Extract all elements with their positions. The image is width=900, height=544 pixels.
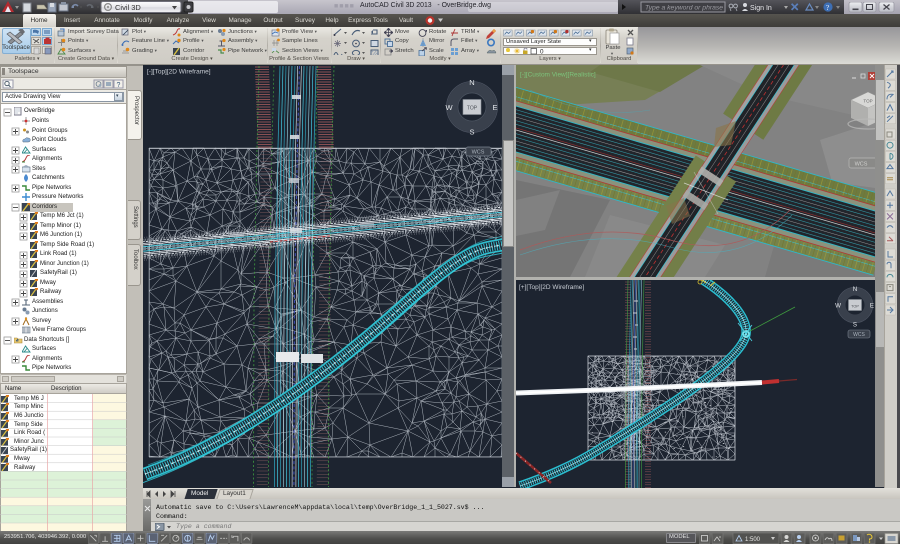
- svg-text:WCS: WCS: [855, 162, 868, 168]
- svg-text:1:500: 1:500: [745, 537, 761, 543]
- svg-text:Type a keyword or phrase: Type a keyword or phrase: [645, 5, 723, 12]
- svg-text:N: N: [469, 78, 474, 87]
- svg-text:TOP: TOP: [467, 106, 478, 112]
- svg-text:TOP: TOP: [863, 99, 872, 104]
- svg-text:TOP: TOP: [851, 304, 859, 308]
- svg-text:[-][Top][2D Wireframe]: [-][Top][2D Wireframe]: [147, 69, 211, 76]
- svg-text:S: S: [469, 128, 474, 137]
- svg-text:W: W: [835, 302, 841, 309]
- svg-text:WCS: WCS: [853, 332, 865, 338]
- svg-text:?: ?: [117, 82, 121, 89]
- svg-text:E: E: [492, 103, 497, 112]
- svg-text:WCS: WCS: [472, 150, 485, 156]
- svg-text:Sign In: Sign In: [750, 5, 772, 12]
- svg-text:[+][Top][2D Wireframe]: [+][Top][2D Wireframe]: [519, 284, 584, 291]
- svg-text:[-][Custom View][Realistic]: [-][Custom View][Realistic]: [520, 72, 596, 79]
- svg-text:Civil 3D: Civil 3D: [115, 3, 141, 12]
- svg-text:?: ?: [826, 4, 829, 12]
- svg-text:0: 0: [540, 49, 544, 56]
- svg-text:E: E: [870, 302, 874, 309]
- svg-text:N: N: [853, 286, 857, 293]
- svg-text:S: S: [853, 321, 857, 328]
- svg-text:W: W: [445, 103, 453, 112]
